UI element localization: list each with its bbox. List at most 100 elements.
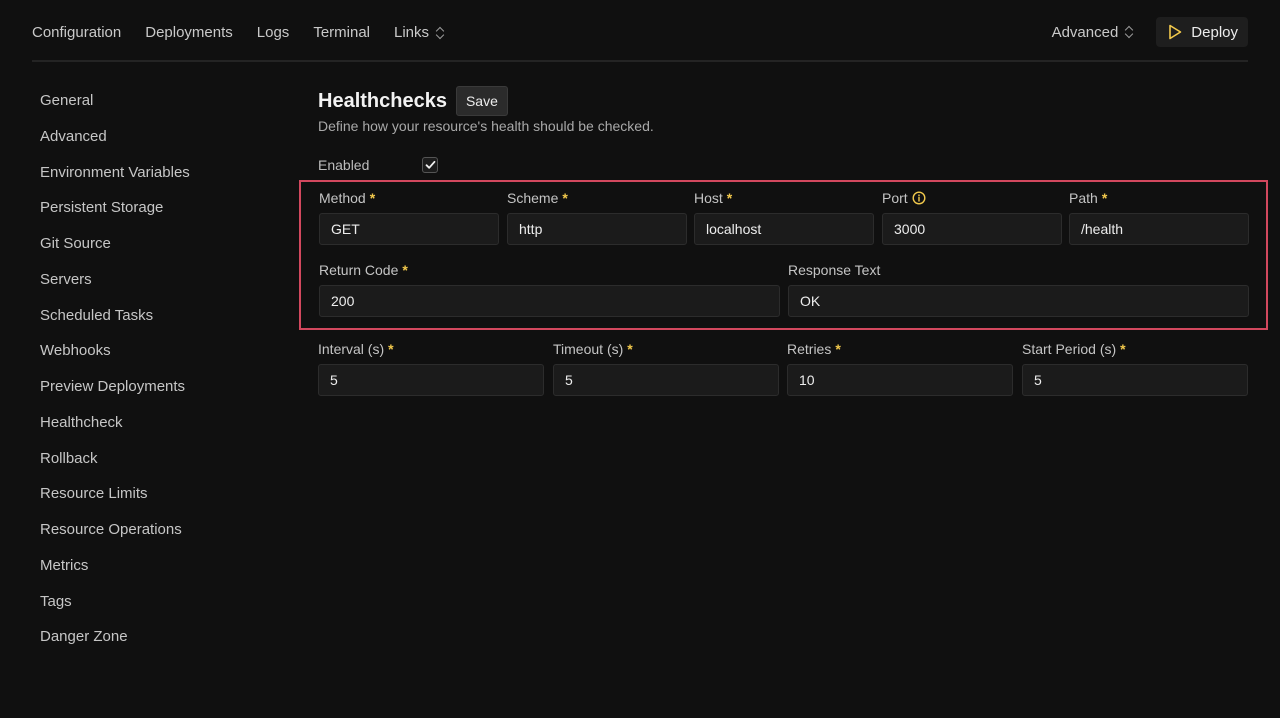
nav-actions: Advanced Deploy — [1052, 17, 1248, 47]
interval-label: Interval (s) * — [318, 340, 544, 358]
page-title: Healthchecks — [318, 89, 447, 112]
field-label-text: Return Code — [319, 262, 399, 278]
enabled-label: Enabled — [318, 157, 370, 173]
required-marker: * — [1101, 190, 1108, 206]
sidebar-item-environment-variables[interactable]: Environment Variables — [40, 164, 270, 200]
host-field: Host * localhost — [694, 189, 874, 245]
required-marker: * — [726, 190, 733, 206]
host-label: Host * — [694, 189, 874, 207]
tab-label: Configuration — [32, 24, 122, 41]
method-label: Method * — [319, 189, 499, 207]
field-label-text: Scheme — [507, 190, 559, 206]
retries-field: Retries * 10 — [787, 340, 1013, 396]
field-label-text: Retries — [787, 341, 832, 357]
settings-sidebar: General Advanced Environment Variables P… — [40, 92, 270, 664]
port-input[interactable]: 3000 — [882, 213, 1062, 245]
path-input[interactable]: /health — [1069, 213, 1249, 245]
field-label-text: Timeout (s) — [553, 341, 624, 357]
main-tabs: Configuration Deployments Logs Terminal … — [32, 24, 445, 41]
field-label-text: Method — [319, 190, 366, 206]
timeout-label: Timeout (s) * — [553, 340, 779, 358]
required-marker: * — [369, 190, 376, 206]
healthchecks-panel: Healthchecks Save Define how your resour… — [299, 86, 1268, 396]
host-input[interactable]: localhost — [694, 213, 874, 245]
required-marker: * — [388, 341, 394, 357]
tab-label: Links — [394, 24, 430, 41]
tab-deployments[interactable]: Deployments — [145, 24, 233, 41]
sidebar-item-git-source[interactable]: Git Source — [40, 235, 270, 271]
tab-label: Deployments — [145, 24, 233, 41]
scheme-field: Scheme * http — [507, 189, 687, 245]
required-marker: * — [562, 190, 568, 206]
field-label-text: Path — [1069, 190, 1098, 206]
tab-label: Terminal — [313, 24, 370, 41]
timeout-input[interactable]: 5 — [553, 364, 779, 396]
advanced-label: Advanced — [1051, 23, 1119, 41]
port-label: Port — [882, 189, 1062, 207]
sidebar-item-advanced[interactable]: Advanced — [40, 128, 270, 164]
field-label-text: Start Period (s) — [1022, 341, 1117, 357]
page-description: Define how your resource's health should… — [318, 118, 654, 134]
response-text-field: Response Text OK — [788, 261, 1249, 317]
scheme-input[interactable]: http — [507, 213, 687, 245]
field-label-text: Host — [694, 190, 723, 206]
sidebar-item-webhooks[interactable]: Webhooks — [40, 342, 270, 378]
chevron-up-down-icon — [1124, 25, 1134, 39]
field-label-text: Interval (s) — [318, 341, 385, 357]
timeout-field: Timeout (s) * 5 — [553, 340, 779, 396]
sidebar-item-resource-operations[interactable]: Resource Operations — [40, 521, 270, 557]
top-navigation: Configuration Deployments Logs Terminal … — [32, 0, 1248, 62]
sidebar-item-preview-deployments[interactable]: Preview Deployments — [40, 378, 270, 414]
enabled-row: Enabled — [318, 157, 438, 173]
sidebar-item-metrics[interactable]: Metrics — [40, 557, 270, 593]
sidebar-item-resource-limits[interactable]: Resource Limits — [40, 485, 270, 521]
interval-field: Interval (s) * 5 — [318, 340, 544, 396]
field-label-text: Port — [882, 190, 908, 206]
deploy-label: Deploy — [1191, 23, 1238, 41]
sidebar-item-servers[interactable]: Servers — [40, 271, 270, 307]
enabled-checkbox[interactable] — [422, 157, 438, 173]
tab-terminal[interactable]: Terminal — [313, 24, 370, 41]
advanced-dropdown[interactable]: Advanced — [1052, 24, 1135, 41]
sidebar-item-rollback[interactable]: Rollback — [40, 450, 270, 486]
tab-configuration[interactable]: Configuration — [32, 24, 121, 41]
sidebar-item-scheduled-tasks[interactable]: Scheduled Tasks — [40, 307, 270, 343]
tab-label: Logs — [256, 24, 290, 41]
sidebar-item-persistent-storage[interactable]: Persistent Storage — [40, 199, 270, 235]
title-row: Healthchecks Save — [318, 86, 1248, 116]
return-code-label: Return Code * — [319, 261, 780, 279]
sidebar-item-danger-zone[interactable]: Danger Zone — [40, 628, 270, 664]
method-input[interactable]: GET — [319, 213, 499, 245]
checkmark-icon — [425, 160, 435, 169]
return-code-input[interactable]: 200 — [319, 285, 780, 317]
sidebar-item-healthcheck[interactable]: Healthcheck — [40, 414, 270, 450]
required-marker: * — [402, 262, 408, 278]
response-text-label: Response Text — [788, 261, 1249, 279]
start-period-label: Start Period (s) * — [1022, 340, 1248, 358]
port-field: Port 3000 — [882, 189, 1062, 245]
response-text-input[interactable]: OK — [788, 285, 1249, 317]
path-field: Path * /health — [1069, 189, 1249, 245]
interval-input[interactable]: 5 — [318, 364, 544, 396]
retries-label: Retries * — [787, 340, 1013, 358]
path-label: Path * — [1069, 189, 1249, 207]
info-icon[interactable] — [912, 191, 926, 205]
required-marker: * — [835, 341, 841, 357]
required-marker: * — [1120, 341, 1126, 357]
required-marker: * — [627, 341, 633, 357]
sidebar-item-tags[interactable]: Tags — [40, 593, 270, 629]
deploy-button[interactable]: Deploy — [1156, 17, 1248, 47]
scheme-label: Scheme * — [507, 189, 687, 207]
start-period-field: Start Period (s) * 5 — [1022, 340, 1248, 396]
chevron-up-down-icon — [435, 26, 445, 40]
method-field: Method * GET — [319, 189, 499, 245]
links-dropdown[interactable]: Links — [394, 24, 445, 41]
sidebar-item-general[interactable]: General — [40, 92, 270, 128]
play-icon — [1169, 24, 1182, 40]
save-button[interactable]: Save — [455, 86, 508, 116]
return-code-field: Return Code * 200 — [319, 261, 780, 317]
field-label-text: Response Text — [788, 262, 881, 278]
start-period-input[interactable]: 5 — [1022, 364, 1248, 396]
retries-input[interactable]: 10 — [787, 364, 1013, 396]
tab-logs[interactable]: Logs — [257, 24, 290, 41]
